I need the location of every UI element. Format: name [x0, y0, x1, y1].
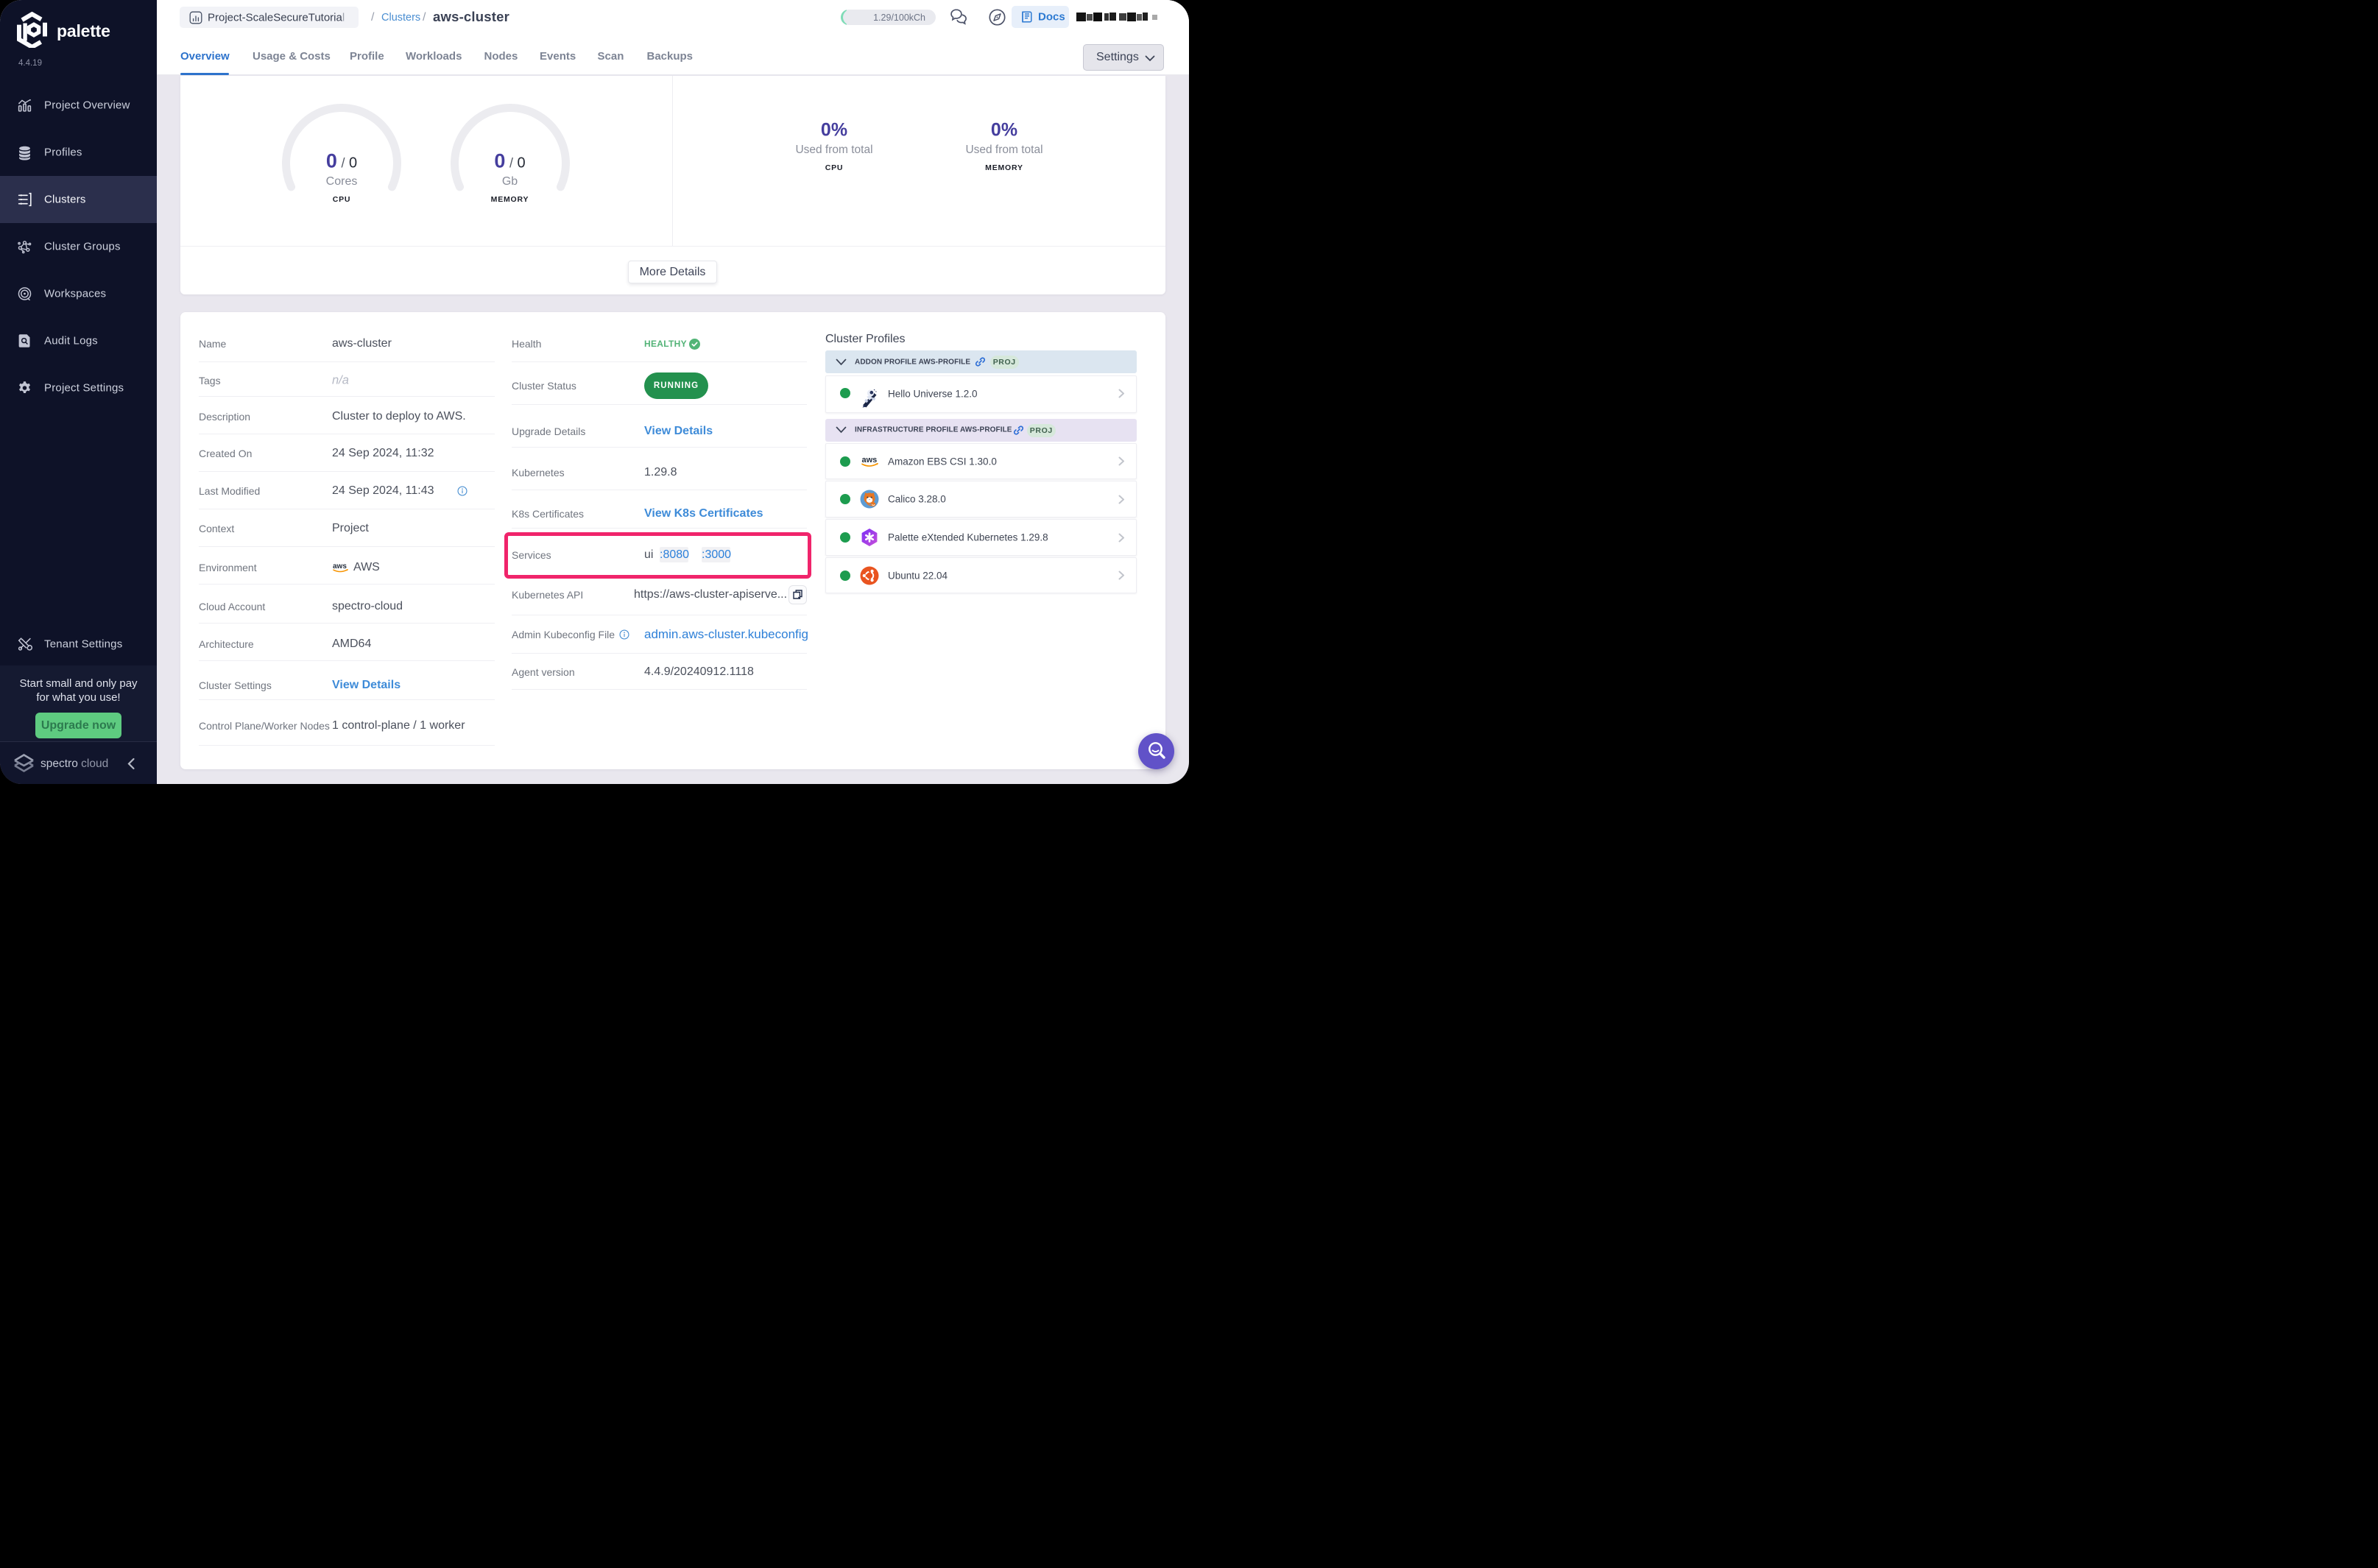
svg-text:aws: aws [862, 456, 878, 465]
svg-text:aws: aws [333, 562, 347, 571]
